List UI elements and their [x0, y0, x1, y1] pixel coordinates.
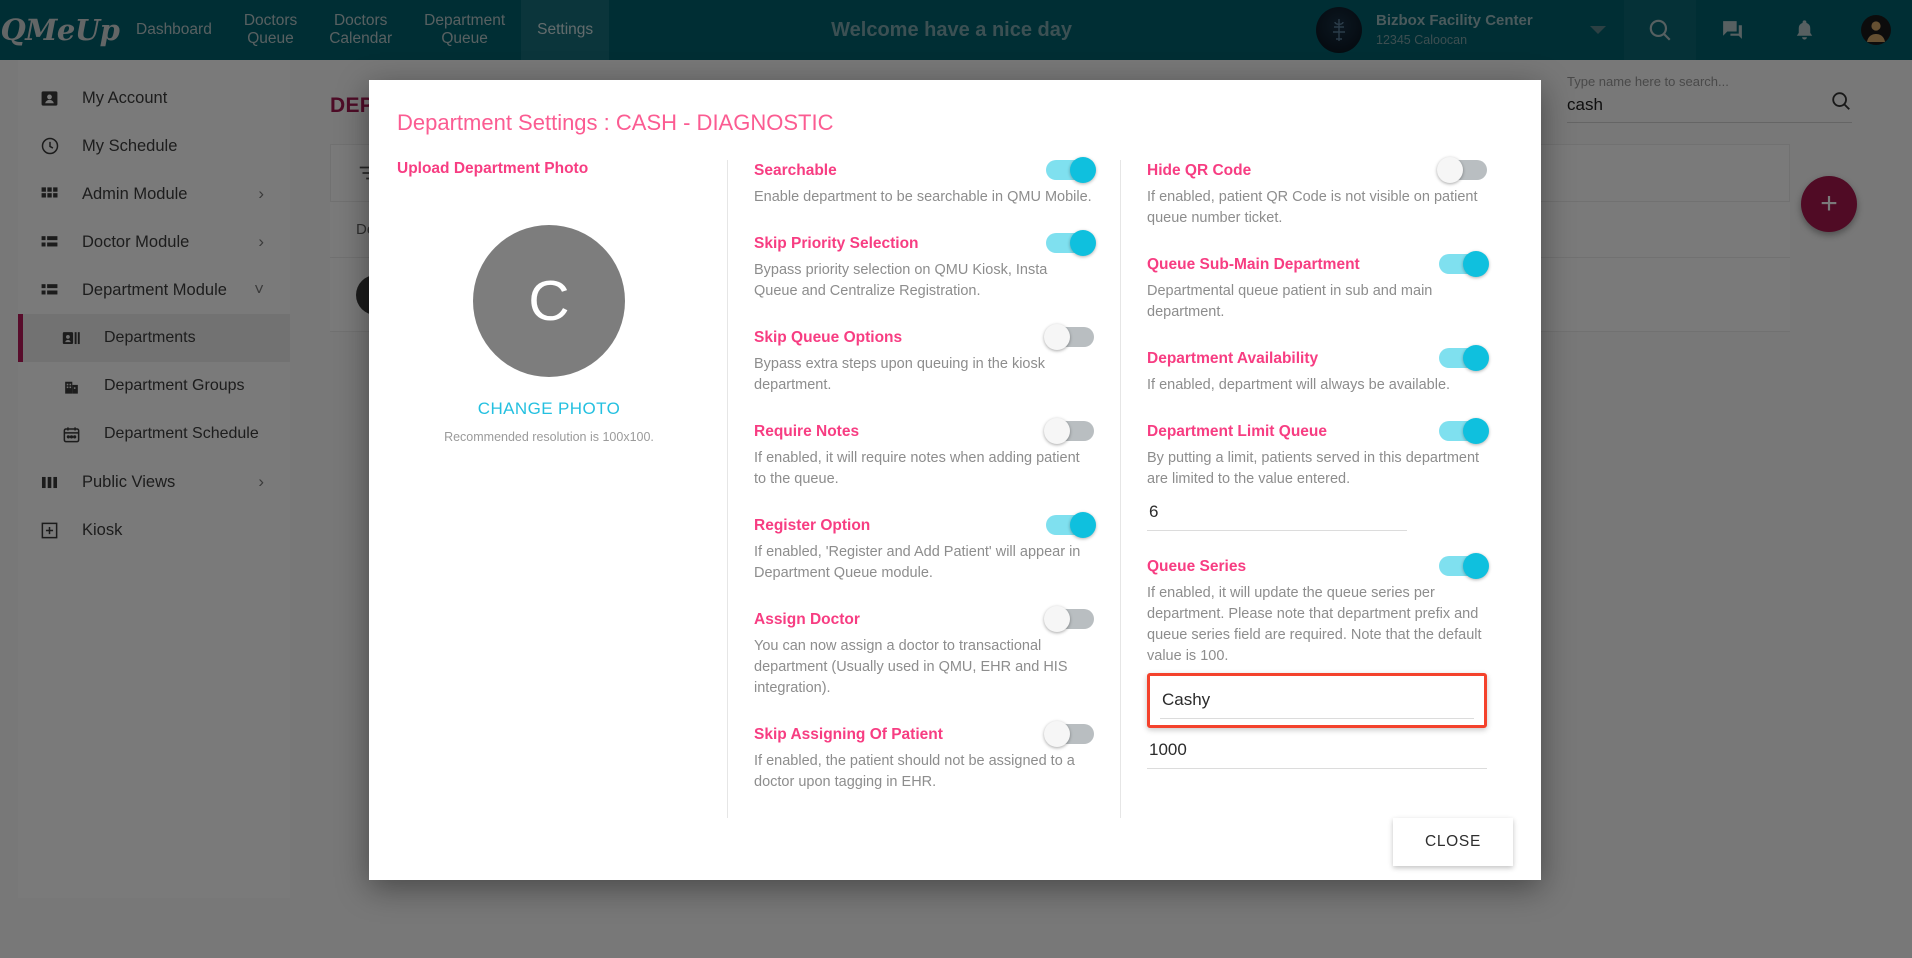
- queue-prefix-input[interactable]: Cashy: [1160, 684, 1474, 719]
- limit-queue-input[interactable]: 6: [1147, 496, 1407, 531]
- setting-label: Skip Assigning Of Patient: [754, 724, 1046, 744]
- toggle-queue-series[interactable]: [1439, 556, 1487, 576]
- setting-skip-queue-options: Skip Queue Options Bypass extra steps up…: [754, 327, 1094, 396]
- dialog-title: Department Settings : CASH - DIAGNOSTIC: [369, 80, 1541, 136]
- setting-queue-sub-main-department: Queue Sub-Main Department Departmental q…: [1147, 254, 1487, 323]
- toggle-skip-priority-selection[interactable]: [1046, 233, 1094, 253]
- setting-label: Skip Queue Options: [754, 327, 1046, 347]
- toggle-queue-sub-main-department[interactable]: [1439, 254, 1487, 274]
- setting-hide-qr-code: Hide QR Code If enabled, patient QR Code…: [1147, 160, 1487, 229]
- setting-description: Departmental queue patient in sub and ma…: [1147, 281, 1487, 323]
- setting-queue-series: Queue Series If enabled, it will update …: [1147, 556, 1487, 769]
- setting-label: Searchable: [754, 160, 1046, 180]
- setting-description: If enabled, the patient should not be as…: [754, 751, 1094, 793]
- setting-assign-doctor: Assign Doctor You can now assign a docto…: [754, 609, 1094, 699]
- setting-label: Assign Doctor: [754, 609, 1046, 629]
- setting-label: Department Availability: [1147, 348, 1439, 368]
- close-button[interactable]: CLOSE: [1393, 818, 1513, 866]
- settings-column-left: Searchable Enable department to be searc…: [727, 160, 1120, 818]
- toggle-hide-qr-code[interactable]: [1439, 160, 1487, 180]
- setting-label: Register Option: [754, 515, 1046, 535]
- setting-label: Queue Series: [1147, 556, 1439, 576]
- toggle-department-limit-queue[interactable]: [1439, 421, 1487, 441]
- toggle-assign-doctor[interactable]: [1046, 609, 1094, 629]
- setting-description: If enabled, it will update the queue ser…: [1147, 583, 1487, 667]
- dialog-footer: CLOSE: [369, 818, 1541, 892]
- toggle-searchable[interactable]: [1046, 160, 1094, 180]
- app-root: QMeUp Dashboard Doctors Queue Doctors Ca…: [0, 0, 1912, 958]
- queue-prefix-field-highlight: Cashy: [1147, 673, 1487, 728]
- setting-description: Bypass priority selection on QMU Kiosk, …: [754, 260, 1094, 302]
- setting-description: By putting a limit, patients served in t…: [1147, 448, 1487, 490]
- setting-skip-assigning-of-patient: Skip Assigning Of Patient If enabled, th…: [754, 724, 1094, 793]
- photo-column: Upload Department Photo C CHANGE PHOTO R…: [397, 160, 727, 818]
- toggle-skip-queue-options[interactable]: [1046, 327, 1094, 347]
- setting-label: Hide QR Code: [1147, 160, 1439, 180]
- setting-description: If enabled, patient QR Code is not visib…: [1147, 187, 1487, 229]
- toggle-register-option[interactable]: [1046, 515, 1094, 535]
- setting-description: You can now assign a doctor to transacti…: [754, 636, 1094, 699]
- photo-resolution-hint: Recommended resolution is 100x100.: [397, 430, 701, 444]
- setting-department-availability: Department Availability If enabled, depa…: [1147, 348, 1487, 396]
- change-photo-button[interactable]: CHANGE PHOTO: [397, 399, 701, 419]
- toggle-department-availability[interactable]: [1439, 348, 1487, 368]
- setting-description: If enabled, department will always be av…: [1147, 375, 1487, 396]
- department-settings-dialog: Department Settings : CASH - DIAGNOSTIC …: [369, 80, 1541, 880]
- setting-label: Queue Sub-Main Department: [1147, 254, 1439, 274]
- setting-label: Department Limit Queue: [1147, 421, 1439, 441]
- setting-skip-priority-selection: Skip Priority Selection Bypass priority …: [754, 233, 1094, 302]
- setting-searchable: Searchable Enable department to be searc…: [754, 160, 1094, 208]
- upload-photo-label: Upload Department Photo: [397, 160, 701, 178]
- setting-description: If enabled, 'Register and Add Patient' w…: [754, 542, 1094, 584]
- toggle-skip-assigning-of-patient[interactable]: [1046, 724, 1094, 744]
- setting-description: Bypass extra steps upon queuing in the k…: [754, 354, 1094, 396]
- setting-register-option: Register Option If enabled, 'Register an…: [754, 515, 1094, 584]
- setting-department-limit-queue: Department Limit Queue By putting a limi…: [1147, 421, 1487, 531]
- setting-label: Skip Priority Selection: [754, 233, 1046, 253]
- department-avatar: C: [473, 225, 625, 377]
- toggle-require-notes[interactable]: [1046, 421, 1094, 441]
- queue-series-input[interactable]: 1000: [1147, 734, 1487, 769]
- setting-require-notes: Require Notes If enabled, it will requir…: [754, 421, 1094, 490]
- setting-description: Enable department to be searchable in QM…: [754, 187, 1094, 208]
- setting-label: Require Notes: [754, 421, 1046, 441]
- settings-column-right: Hide QR Code If enabled, patient QR Code…: [1120, 160, 1513, 818]
- setting-description: If enabled, it will require notes when a…: [754, 448, 1094, 490]
- dialog-body: Upload Department Photo C CHANGE PHOTO R…: [369, 136, 1541, 818]
